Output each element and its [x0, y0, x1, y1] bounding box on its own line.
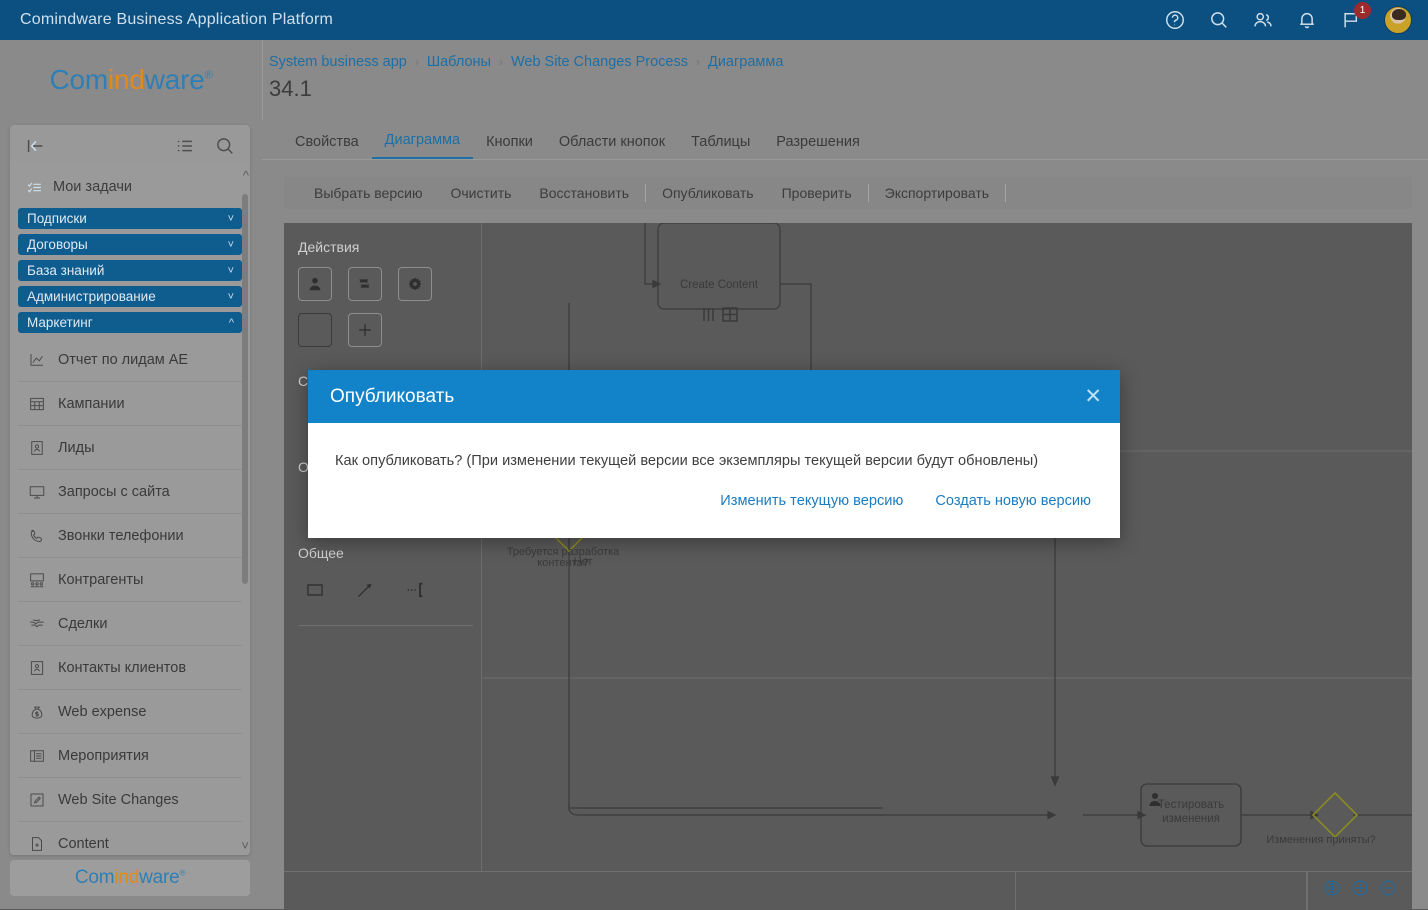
- close-icon[interactable]: ✕: [1084, 386, 1102, 407]
- create-new-version-button[interactable]: Создать новую версию: [935, 493, 1091, 509]
- dialog-title: Опубликовать: [330, 386, 454, 408]
- dialog-actions: Изменить текущую версию Создать новую ве…: [308, 469, 1120, 509]
- modal-overlay: Опубликовать ✕ Как опубликовать? (При из…: [0, 0, 1428, 909]
- dialog-message: Как опубликовать? (При изменении текущей…: [308, 423, 1120, 469]
- dialog-header: Опубликовать ✕: [308, 370, 1120, 423]
- change-current-version-button[interactable]: Изменить текущую версию: [720, 493, 903, 509]
- publish-dialog: Опубликовать ✕ Как опубликовать? (При из…: [308, 370, 1120, 538]
